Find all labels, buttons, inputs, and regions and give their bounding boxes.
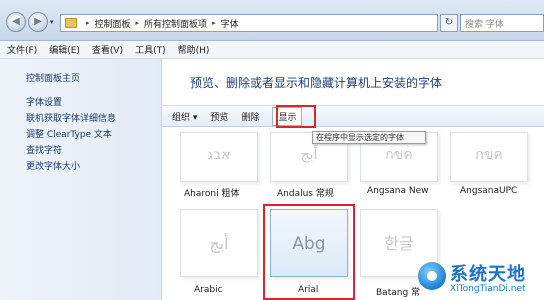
font-tile-arabic[interactable]: أبج: [180, 209, 258, 277]
menu-bar: 文件(F) 编辑(E) 查看(V) 工具(T) 帮助(H): [0, 41, 544, 59]
font-sample: กขค: [385, 147, 413, 163]
font-sample: أبج: [209, 234, 229, 253]
breadcrumb-all-items[interactable]: 所有控制面板项: [144, 17, 207, 30]
chevron-right-icon[interactable]: ▸: [212, 19, 216, 27]
menu-view[interactable]: 查看(V): [92, 43, 123, 56]
watermark-logo: 系统天地 XiTongTianDi.net: [418, 258, 544, 300]
highlight-box-show: [276, 105, 316, 128]
menu-edit[interactable]: 编辑(E): [49, 43, 80, 56]
font-name: Aharoni 粗体: [184, 189, 240, 199]
forward-button[interactable]: ▶: [28, 12, 48, 32]
font-name: Angsana New: [367, 186, 429, 196]
font-name: Arabic: [194, 285, 223, 295]
sidebar-item-character-map[interactable]: 查找字符: [26, 143, 161, 159]
breadcrumb-control-panel[interactable]: 控制面板: [95, 17, 131, 30]
command-bar: 组织 ▾ 预览 删除 显示: [162, 105, 544, 127]
font-sample: أبج: [300, 147, 318, 163]
highlight-box-arial: [263, 204, 355, 300]
watermark-subtitle: XiTongTianDi.net: [450, 284, 526, 294]
font-name: Batang 常: [376, 288, 421, 298]
sidebar-item-home[interactable]: 控制面板主页: [26, 71, 161, 87]
page-title: 预览、删除或者显示和隐藏计算机上安装的字体: [190, 76, 443, 90]
tooltip: 在程序中显示选定的字体: [312, 131, 426, 144]
sidebar: 控制面板主页 字体设置 联机获取字体详细信息 调整 ClearType 文本 查…: [0, 59, 162, 300]
globe-icon: [418, 262, 446, 290]
chevron-right-icon[interactable]: ▸: [86, 19, 90, 27]
sidebar-item-font-settings[interactable]: 字体设置: [26, 95, 161, 111]
delete-button[interactable]: 删除: [241, 110, 259, 123]
breadcrumb-fonts[interactable]: 字体: [221, 17, 239, 30]
organize-button[interactable]: 组织 ▾: [172, 110, 197, 123]
font-name: Andalus 常规: [277, 189, 334, 199]
font-sample: กขค: [475, 147, 503, 163]
back-button[interactable]: ◀: [6, 12, 26, 32]
chevron-down-icon[interactable]: ▾: [50, 18, 54, 26]
menu-help[interactable]: 帮助(H): [178, 43, 210, 56]
refresh-icon[interactable]: ↻: [440, 14, 458, 32]
font-name: AngsanaUPC: [460, 186, 518, 196]
font-sample: אבג: [207, 147, 231, 163]
menu-tools[interactable]: 工具(T): [135, 43, 166, 56]
sidebar-item-font-size[interactable]: 更改字体大小: [26, 159, 161, 175]
preview-button[interactable]: 预览: [210, 110, 228, 123]
font-tile-aharoni[interactable]: אבג: [180, 132, 258, 182]
font-tile-angsanaupc[interactable]: กขค: [450, 132, 528, 182]
watermark-title: 系统天地: [450, 264, 526, 285]
sidebar-item-font-info-online[interactable]: 联机获取字体详细信息: [26, 111, 161, 127]
folder-icon: [65, 18, 77, 28]
search-input[interactable]: 搜索 字体: [460, 14, 544, 32]
address-field[interactable]: ▸ 控制面板 ▸ 所有控制面板项 ▸ 字体: [60, 14, 438, 32]
sidebar-item-cleartype[interactable]: 调整 ClearType 文本: [26, 127, 161, 143]
address-bar-area: ◀ ▶ ▾ ▸ 控制面板 ▸ 所有控制面板项 ▸ 字体 ↻ 搜索 字体: [0, 0, 544, 41]
organize-label: 组织: [172, 112, 191, 123]
chevron-right-icon[interactable]: ▸: [136, 19, 140, 27]
chevron-down-icon: ▾: [192, 112, 198, 123]
menu-file[interactable]: 文件(F): [7, 43, 37, 56]
font-sample: 한글: [384, 234, 414, 253]
